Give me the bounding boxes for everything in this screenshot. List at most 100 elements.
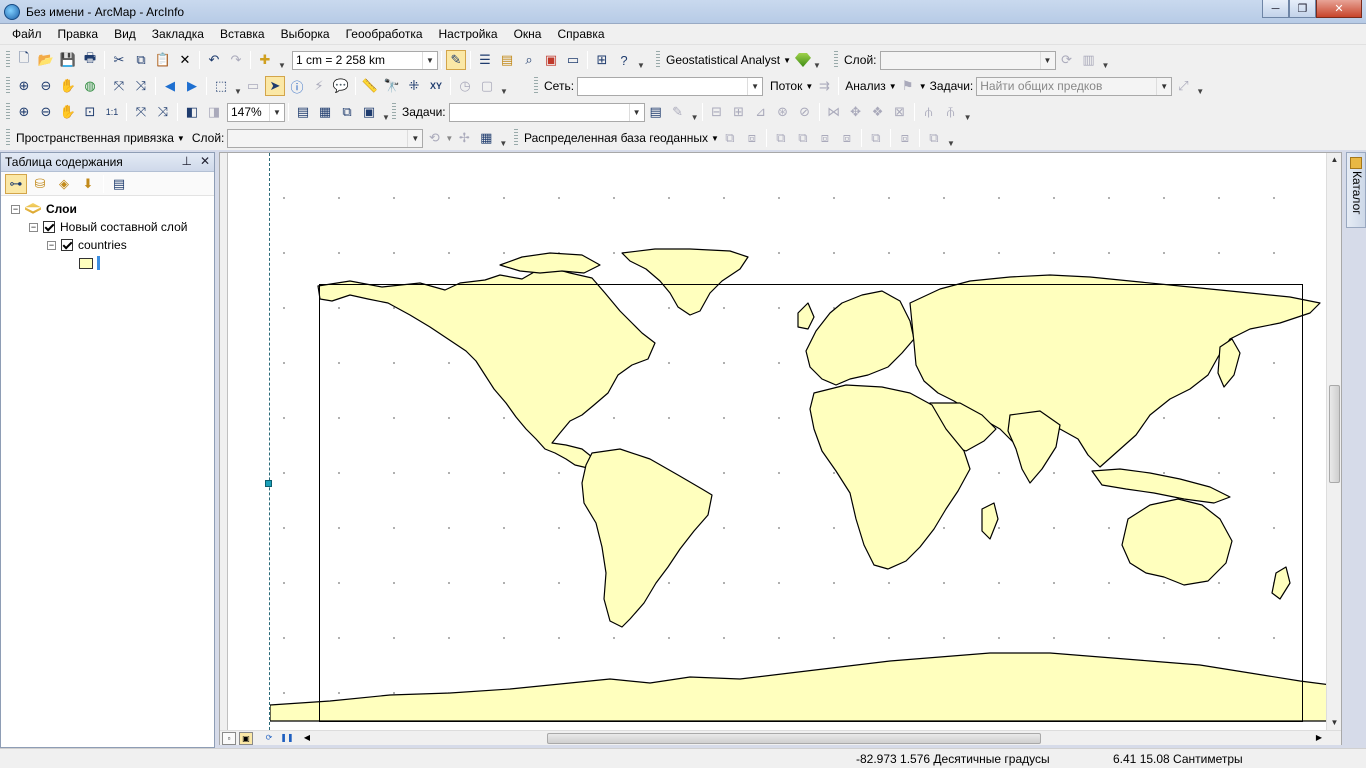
parcel-tool-7-icon[interactable]: ✥ [846, 102, 866, 122]
viewer-window-icon[interactable]: ▢ [477, 76, 497, 96]
chevron-down-icon[interactable]: ▼ [234, 76, 242, 96]
australia-shape[interactable] [1121, 498, 1233, 586]
undo-icon[interactable]: ↶ [204, 50, 224, 70]
task-properties-icon[interactable]: ▤ [646, 102, 666, 122]
arctoolbox-icon[interactable]: ▣ [541, 50, 561, 70]
data-driven-pages-icon[interactable]: ▣ [359, 102, 379, 122]
chevron-down-icon[interactable]: ▼ [947, 128, 955, 148]
map-scale-combo[interactable]: 1 cm = 2 258 km ▼ [292, 50, 438, 70]
time-slider-icon[interactable]: ◷ [455, 76, 475, 96]
menu-geoprocessing[interactable]: Геообработка [338, 24, 431, 45]
layout-view-button[interactable]: ▣ [239, 732, 253, 745]
replica-tool-1-icon[interactable]: ⧉ [720, 128, 740, 148]
parcel-tool-11-icon[interactable]: ⫚ [941, 102, 961, 122]
madagascar-shape[interactable] [981, 502, 999, 540]
countries-layer[interactable] [270, 248, 1331, 722]
menu-help[interactable]: Справка [549, 24, 612, 45]
parcel-tool-3-icon[interactable]: ⊿ [751, 102, 771, 122]
chevron-down-icon[interactable]: ▼ [177, 134, 185, 143]
zoom-whole-page-icon[interactable]: ⊡ [80, 102, 100, 122]
delete-icon[interactable]: ✕ [175, 50, 195, 70]
toc-options-icon[interactable]: ▤ [108, 174, 130, 194]
minimize-button[interactable]: ─ [1262, 0, 1289, 18]
north-america-shape[interactable] [317, 267, 656, 470]
add-junction-flag-icon[interactable]: ⚑ [898, 76, 918, 96]
layout-zoom-in-icon[interactable]: ⊕ [14, 102, 34, 122]
tasks-combo-2[interactable]: ▼ [448, 102, 645, 122]
georef-layer-combo[interactable]: ▼ [227, 128, 424, 148]
legend-symbol-row[interactable] [1, 254, 214, 272]
chevron-down-icon[interactable]: ▼ [783, 56, 791, 65]
layout-zoom-out-icon[interactable]: ⊖ [36, 102, 56, 122]
task-edit-icon[interactable]: ✎ [668, 102, 688, 122]
geostatistical-analyst-menu[interactable]: Geostatistical Analyst [663, 53, 783, 67]
menu-bookmarks[interactable]: Закладка [144, 24, 212, 45]
new-zealand-shape[interactable] [1271, 566, 1291, 600]
georeferencing-menu[interactable]: Пространственная привязка [13, 131, 177, 145]
replica-tool-6-icon[interactable]: ⧈ [837, 128, 857, 148]
parcel-tool-8-icon[interactable]: ❖ [868, 102, 888, 122]
chevron-down-icon[interactable]: ▼ [637, 50, 645, 70]
vertical-scroll-thumb[interactable] [1329, 385, 1340, 483]
toolbar-grip[interactable] [6, 51, 10, 69]
zoom-100-percent-icon[interactable]: 1:1 [102, 102, 122, 122]
tree-root-row[interactable]: − Слои [1, 200, 214, 218]
save-icon[interactable]: 💾 [58, 50, 78, 70]
collapse-icon[interactable]: − [47, 240, 56, 250]
redo-icon[interactable]: ↷ [226, 50, 246, 70]
horizontal-scroll-thumb[interactable] [547, 733, 1041, 744]
rotate-icon[interactable]: ⟲ [424, 128, 444, 148]
replica-tool-9-icon[interactable]: ⧉ [924, 128, 944, 148]
whats-this-icon[interactable]: ? [614, 50, 634, 70]
group-layer-label[interactable]: Новый составной слой [60, 220, 187, 234]
japan-shape[interactable] [1217, 338, 1241, 388]
arcmap-app-icon[interactable] [4, 3, 20, 20]
close-button[interactable]: ✕ [1316, 0, 1362, 18]
solve-icon[interactable]: ⤢ [1173, 76, 1193, 96]
parcel-tool-9-icon[interactable]: ⊠ [890, 102, 910, 122]
south-america-shape[interactable] [581, 448, 713, 628]
analysis-menu[interactable]: Анализ [842, 79, 889, 93]
chevron-down-icon[interactable]: ▼ [1196, 76, 1204, 96]
flow-menu[interactable]: Поток [767, 79, 805, 93]
menu-customize[interactable]: Настройка [431, 24, 506, 45]
toolbar-grip[interactable] [6, 129, 10, 147]
arctic-islands-shape[interactable] [499, 252, 601, 274]
find-icon[interactable]: 🔭 [382, 76, 402, 96]
toggle-draft-mode-icon[interactable]: ▤ [293, 102, 313, 122]
select-elements-icon[interactable]: ➤ [265, 76, 285, 96]
toc-close-icon[interactable]: ✕ [200, 154, 210, 168]
flow-arrows-icon[interactable]: ⇉ [814, 76, 834, 96]
chevron-down-icon[interactable]: ▼ [382, 102, 390, 122]
countries-layer-row[interactable]: − countries [1, 236, 214, 254]
chevron-down-icon[interactable]: ▼ [269, 103, 284, 121]
collapse-icon[interactable]: − [11, 204, 20, 214]
zoom-in-icon[interactable]: ⊕ [14, 76, 34, 96]
toolbar-grip[interactable] [834, 51, 838, 69]
scroll-left-icon[interactable]: ◀ [300, 732, 314, 745]
replica-tool-2-icon[interactable]: ⧈ [742, 128, 762, 148]
data-view-button[interactable]: ▫ [222, 732, 236, 745]
chevron-down-icon[interactable]: ▼ [1156, 77, 1171, 95]
histogram-icon[interactable]: ▥ [1079, 50, 1099, 70]
chevron-down-icon[interactable]: ▼ [445, 134, 453, 143]
back-layout-icon[interactable]: ◧ [182, 102, 202, 122]
change-layout-icon[interactable]: ⧉ [337, 102, 357, 122]
full-extent-icon[interactable]: ◍ [80, 76, 100, 96]
table-of-contents-icon[interactable]: ☰ [475, 50, 495, 70]
geostatistical-wizard-icon[interactable] [794, 53, 811, 67]
maximize-button[interactable]: ❐ [1289, 0, 1316, 18]
find-route-icon[interactable]: ⁜ [404, 76, 424, 96]
forward-layout-icon[interactable]: ◨ [204, 102, 224, 122]
europe-shape[interactable] [805, 290, 915, 386]
scroll-right-icon[interactable]: ▶ [1312, 732, 1326, 745]
back-extent-icon[interactable]: ◀ [160, 76, 180, 96]
selection-handle[interactable] [265, 480, 272, 487]
world-map[interactable] [270, 153, 1331, 730]
model-builder-icon[interactable]: ⊞ [592, 50, 612, 70]
menu-file[interactable]: Файл [0, 24, 50, 45]
parcel-tool-4-icon[interactable]: ⊛ [773, 102, 793, 122]
fixed-zoom-out-layout-icon[interactable]: ⤨ [153, 102, 173, 122]
list-by-selection-icon[interactable]: ⬇ [77, 174, 99, 194]
open-folder-icon[interactable]: 📂 [36, 50, 56, 70]
